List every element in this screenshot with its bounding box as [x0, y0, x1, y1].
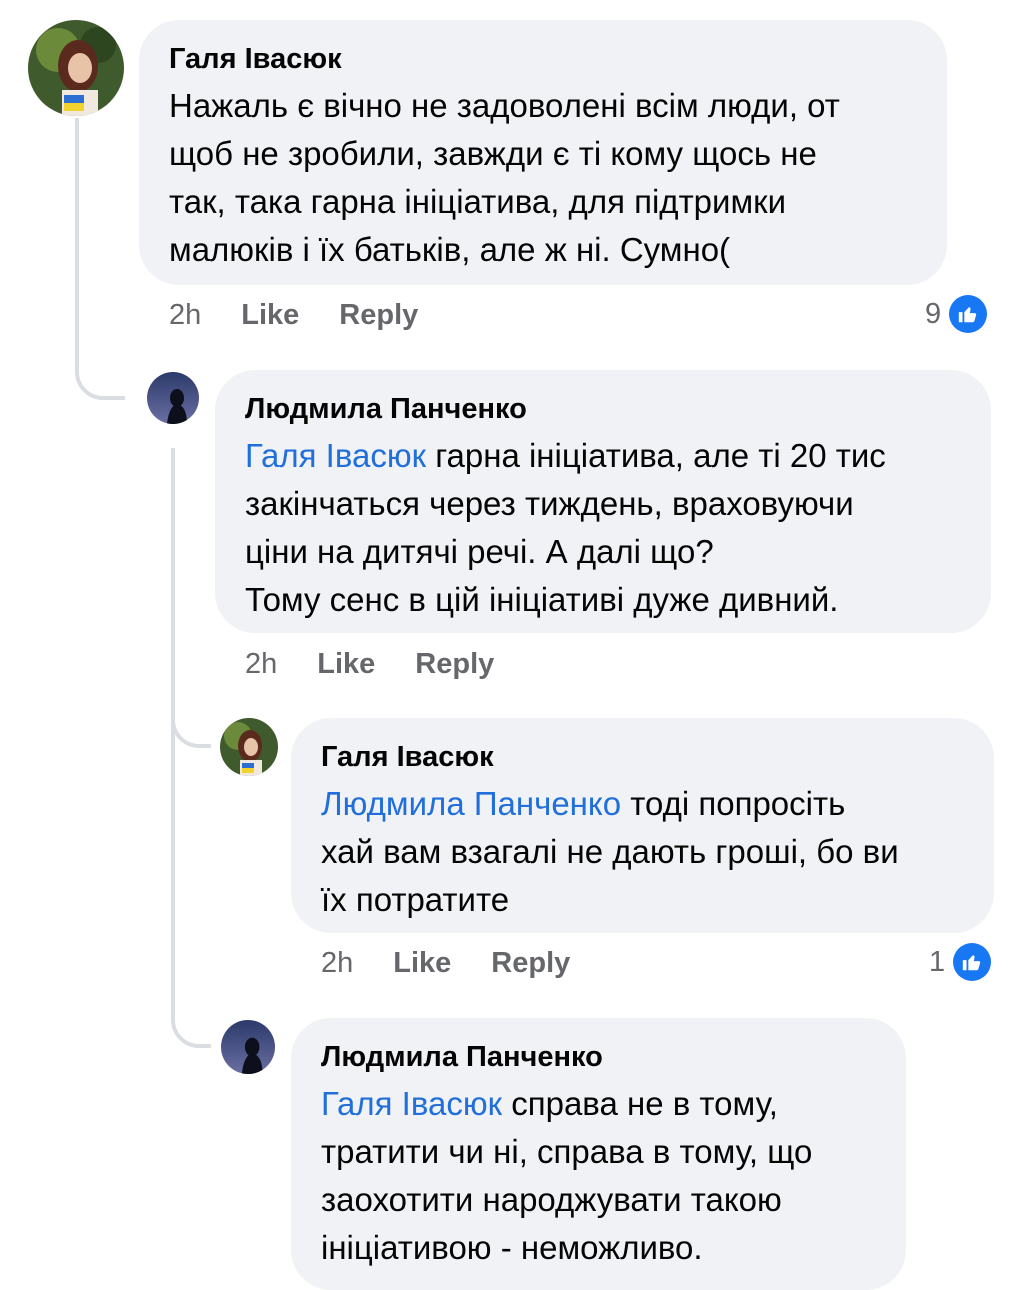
comment-line: щоб не зробили, завжди є ті кому щось не: [169, 135, 817, 172]
comment-text: Галя Івасюк гарна ініціатива, але ті 20 …: [245, 432, 961, 624]
comment-author[interactable]: Галя Івасюк: [169, 42, 917, 76]
comment-bubble: Людмила Панченко Галя Івасюк гарна ініці…: [215, 370, 991, 633]
comment-line: Галя Івасюк гарна ініціатива, але ті 20 …: [245, 432, 961, 480]
comment-bubble: Галя Івасюк Нажаль є вічно не задоволені…: [139, 20, 947, 285]
comment-actions: 2h Like Reply: [321, 943, 570, 983]
comment-line: Нажаль є вічно не задоволені всім люди, …: [169, 87, 840, 124]
thread-curve-reply-2: [171, 700, 211, 748]
like-button[interactable]: Like: [241, 299, 299, 332]
reply-button[interactable]: Reply: [415, 648, 494, 681]
comment-text: Нажаль є вічно не задоволені всім люди, …: [169, 82, 917, 274]
reply-button[interactable]: Reply: [339, 299, 418, 332]
comment-time[interactable]: 2h: [169, 299, 201, 332]
comment-bubble: Галя Івасюк Людмила Панченко тоді попрос…: [291, 718, 994, 933]
comment-time[interactable]: 2h: [245, 648, 277, 681]
comment-actions: 2h Like Reply: [245, 644, 494, 684]
avatar[interactable]: [220, 718, 278, 776]
comment-line: заохотити народжувати такою: [321, 1181, 782, 1218]
comment-line-text: гарна ініціатива, але ті 20 тис: [426, 437, 886, 474]
mention-link[interactable]: Людмила Панченко: [321, 785, 621, 822]
thumbs-up-icon: [949, 295, 988, 333]
mention-link[interactable]: Галя Івасюк: [245, 437, 426, 474]
comment-text: Людмила Панченко тоді попросіть хай вам …: [321, 780, 964, 924]
avatar[interactable]: [221, 1020, 275, 1074]
comment-line: тратити чи ні, справа в тому, що: [321, 1133, 813, 1170]
like-button[interactable]: Like: [393, 947, 451, 980]
comment-author[interactable]: Галя Івасюк: [321, 740, 964, 774]
comment-line: закінчаться через тиждень, враховуючи: [245, 485, 854, 522]
comment-line: так, така гарна ініціатива, для підтримк…: [169, 183, 787, 220]
thumbs-up-icon: [953, 943, 992, 981]
comment-line: хай вам взагалі не дають гроші, бо ви: [321, 833, 899, 870]
mention-link[interactable]: Галя Івасюк: [321, 1085, 502, 1122]
comment-line: Галя Івасюк справа не в тому,: [321, 1080, 876, 1128]
avatar[interactable]: [28, 20, 124, 116]
comment-line: ціни на дитячі речі. А далі що?: [245, 533, 714, 570]
comment-actions: 2h Like Reply: [169, 295, 418, 335]
comment-bubble: Людмила Панченко Галя Івасюк справа не в…: [291, 1018, 906, 1290]
reaction-count[interactable]: 9: [925, 295, 988, 333]
like-button[interactable]: Like: [317, 648, 375, 681]
comment-line: ініціативою - неможливо.: [321, 1229, 703, 1266]
reaction-count-value: 1: [929, 945, 946, 978]
comment-author[interactable]: Людмила Панченко: [245, 392, 961, 426]
comment-text: Галя Івасюк справа не в тому, тратити чи…: [321, 1080, 876, 1272]
reaction-count-value: 9: [925, 297, 942, 330]
comment-line-text: справа не в тому,: [502, 1085, 778, 1122]
thread-curve-reply-1: [75, 330, 125, 400]
reaction-count[interactable]: 1: [929, 943, 992, 981]
comment-line: малюків і їх батьків, але ж ні. Сумно(: [169, 231, 731, 268]
comment-time[interactable]: 2h: [321, 947, 353, 980]
reply-button[interactable]: Reply: [491, 947, 570, 980]
avatar[interactable]: [147, 372, 199, 424]
thread-curve-reply-3: [171, 1000, 211, 1048]
comment-line-text: тоді попросіть: [621, 785, 846, 822]
comment-line: їх потратите: [321, 881, 510, 918]
comment-line: Тому сенс в цій ініціативі дуже дивний.: [245, 581, 839, 618]
comment-author[interactable]: Людмила Панченко: [321, 1040, 876, 1074]
comment-line: Людмила Панченко тоді попросіть: [321, 780, 964, 828]
